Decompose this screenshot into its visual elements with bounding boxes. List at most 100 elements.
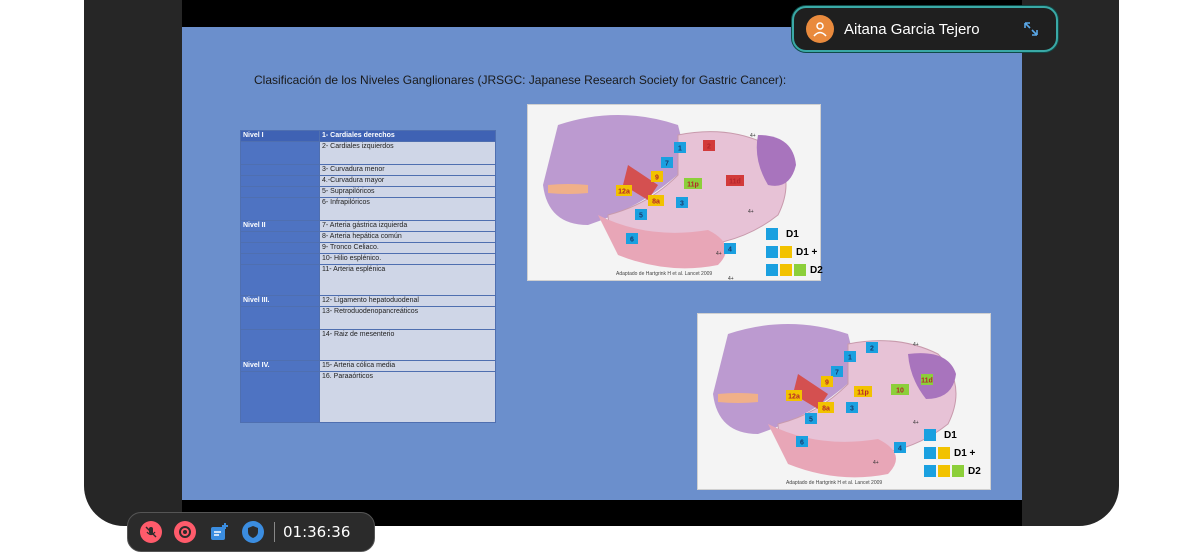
table-row: Nivel I 1- Cardiales derechos xyxy=(240,130,496,142)
node-label: 4 xyxy=(898,446,902,453)
expand-icon[interactable] xyxy=(1022,20,1040,38)
node-label: 1 xyxy=(848,355,852,362)
table-row: Nivel III. 12- Ligamento hepatoduodenal xyxy=(240,295,496,307)
table-row: 11- Arteria esplénica xyxy=(240,264,496,296)
legend-2: D1 D1 + D2 xyxy=(924,426,981,480)
node-label: 11d xyxy=(729,179,741,186)
node-label: 3 xyxy=(680,201,684,208)
level-cell xyxy=(240,371,320,423)
slide-title: Clasificación de los Niveles Ganglionare… xyxy=(254,73,787,87)
description-cell: 3- Curvadura menor xyxy=(319,164,496,176)
mic-off-icon[interactable] xyxy=(140,521,162,543)
description-cell: 5- Suprapilóricos xyxy=(319,186,496,198)
node-label: 6 xyxy=(630,237,634,244)
table-row: 4.-Curvadura mayor xyxy=(240,175,496,187)
node-label: 3 xyxy=(850,406,854,413)
node-label: 12a xyxy=(788,394,800,401)
figure-credit: Adaptado de Hartgrink H et al. Lancet 20… xyxy=(786,480,883,486)
legend-d2: D2 xyxy=(968,465,981,477)
description-cell: 13- Retroduodenopancreáticos xyxy=(319,306,496,330)
node-label: 2 xyxy=(870,346,874,353)
level-cell xyxy=(240,231,320,243)
level-cell xyxy=(240,242,320,254)
level-cell xyxy=(240,197,320,221)
node-label: 11p xyxy=(687,182,699,189)
table-row: 10- Hilio esplénico. xyxy=(240,253,496,265)
description-cell: 10- Hilio esplénico. xyxy=(319,253,496,265)
node-label: 9 xyxy=(825,380,829,387)
participant-name: Aitana Garcia Tejero xyxy=(844,20,980,38)
levels-table: Nivel I 1- Cardiales derechos 2- Cardiales… xyxy=(240,130,496,423)
table-row: 14- Raiz de mesenterio xyxy=(240,329,496,361)
node-label: 11p xyxy=(857,390,869,397)
node-label: 11d xyxy=(921,378,933,385)
node-label: 9 xyxy=(655,175,659,182)
node-label: 8a xyxy=(652,199,660,206)
legend-d2: D2 xyxy=(810,264,823,276)
level-cell: Nivel III. xyxy=(240,295,320,307)
node-label: 4+ xyxy=(913,420,919,426)
table-row: 13- Retroduodenopancreáticos xyxy=(240,306,496,330)
node-label: 12a xyxy=(618,189,630,196)
shield-icon[interactable] xyxy=(242,521,264,543)
node-label: 4+ xyxy=(913,342,919,348)
table-row: 2- Cardiales izquierdos xyxy=(240,141,496,165)
level-cell xyxy=(240,175,320,187)
description-cell: 14- Raiz de mesenterio xyxy=(319,329,496,361)
legend-d1-plus: D1 + xyxy=(796,246,818,258)
table-row: 5- Suprapilóricos xyxy=(240,186,496,198)
table-row: 6- Infrapilóricos xyxy=(240,197,496,221)
table-row: 9- Tronco Celiaco. xyxy=(240,242,496,254)
record-icon[interactable] xyxy=(174,521,196,543)
figure-credit: Adaptado de Hartgrink H et al. Lancet 20… xyxy=(616,271,713,277)
level-cell xyxy=(240,329,320,361)
level-cell xyxy=(240,264,320,296)
anatomy-figure-1: 1 2 3 4 5 6 7 8a 9 11d 11p 12a 4+ 4+ 4+ 4+ Adaptado de … xyxy=(527,104,823,282)
description-cell: 11- Arteria esplénica xyxy=(319,264,496,296)
table-row: 8- Arteria hepática común xyxy=(240,231,496,243)
legend-yellow-swatch xyxy=(780,246,792,258)
person-icon xyxy=(806,15,834,43)
legend-d1-plus: D1 + xyxy=(954,447,976,459)
level-cell: Nivel I xyxy=(240,130,320,142)
level-cell xyxy=(240,186,320,198)
table-row: 16. Paraaórticos xyxy=(240,371,496,423)
participant-tile[interactable]: Aitana Garcia Tejero xyxy=(792,6,1058,52)
level-cell xyxy=(240,141,320,165)
call-toolbar: 01:36:36 xyxy=(127,512,375,552)
node-label: 8a xyxy=(822,406,830,413)
table-row: Nivel II 7- Arteria gástrica izquierda xyxy=(240,220,496,232)
description-cell: 1- Cardiales derechos xyxy=(319,130,496,142)
level-cell xyxy=(240,164,320,176)
table-row: Nivel IV. 15- Arteria cólica media xyxy=(240,360,496,372)
legend-d1: D1 xyxy=(944,429,957,441)
node-label: 4+ xyxy=(748,209,754,215)
node-label: 5 xyxy=(809,417,813,424)
description-cell: 4.-Curvadura mayor xyxy=(319,175,496,187)
legend-1: D1 D1 + D2 xyxy=(766,225,823,279)
node-label: 7 xyxy=(665,161,669,168)
node-label: 4+ xyxy=(873,460,879,466)
description-cell: 6- Infrapilóricos xyxy=(319,197,496,221)
legend-d1: D1 xyxy=(786,228,799,240)
node-label: 4+ xyxy=(750,133,756,139)
description-cell: 12- Ligamento hepatoduodenal xyxy=(319,295,496,307)
node-label: 2 xyxy=(707,144,711,151)
legend-blue-swatch xyxy=(766,228,778,240)
level-cell: Nivel II xyxy=(240,220,320,232)
level-cell xyxy=(240,306,320,330)
node-label: 4+ xyxy=(728,276,734,280)
toolbar-separator xyxy=(274,522,275,542)
call-timer: 01:36:36 xyxy=(283,523,351,541)
anatomy-figure-2: 1 2 3 4 5 6 7 8a 9 10 11d 11p 12a 4+ 4+ 4+ Adaptado de … xyxy=(697,313,991,490)
node-label: 7 xyxy=(835,370,839,377)
node-label: 6 xyxy=(800,440,804,447)
table-row: 3- Curvadura menor xyxy=(240,164,496,176)
node-label: 4 xyxy=(728,247,732,254)
legend-green-swatch xyxy=(794,264,806,276)
description-cell: 7- Arteria gástrica izquierda xyxy=(319,220,496,232)
note-add-icon[interactable] xyxy=(208,521,230,543)
description-cell: 16. Paraaórticos xyxy=(319,371,496,423)
description-cell: 15- Arteria cólica media xyxy=(319,360,496,372)
description-cell: 8- Arteria hepática común xyxy=(319,231,496,243)
